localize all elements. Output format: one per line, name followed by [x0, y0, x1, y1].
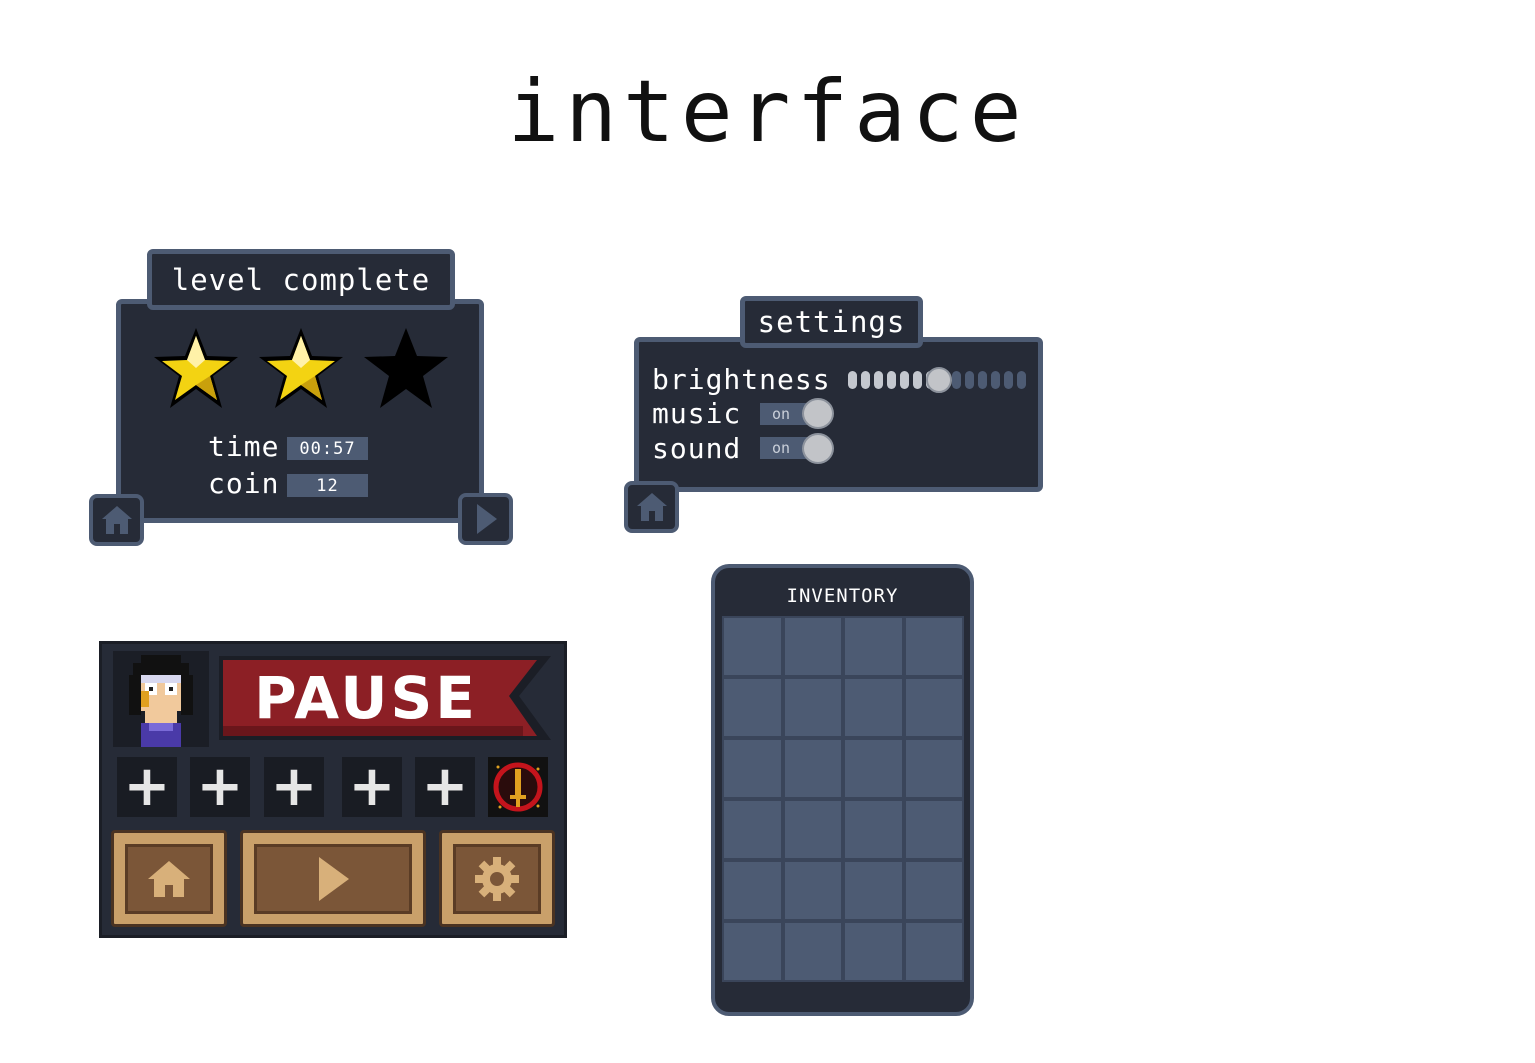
inventory-slot[interactable]: [903, 860, 964, 921]
level-next-button[interactable]: [458, 493, 513, 545]
add-icon: +: [196, 754, 244, 819]
inventory-slot[interactable]: [722, 677, 783, 738]
brightness-pip[interactable]: [991, 371, 1000, 389]
brightness-pip[interactable]: [952, 371, 961, 389]
character-avatar: [129, 655, 193, 747]
settings-title-tab: settings: [740, 296, 923, 348]
play-arrow-icon: [319, 856, 349, 901]
inventory-slot[interactable]: [782, 738, 843, 799]
star-3-icon: [364, 328, 448, 408]
brightness-pip[interactable]: [913, 371, 922, 389]
sound-label: sound: [652, 432, 742, 465]
gear-icon: [475, 856, 519, 901]
inventory-slot[interactable]: [903, 738, 964, 799]
inventory-slot[interactable]: [843, 677, 904, 738]
inventory-slot[interactable]: [843, 799, 904, 860]
brightness-pip[interactable]: [978, 371, 987, 389]
inventory-slot[interactable]: [843, 860, 904, 921]
coin-value: 12: [287, 474, 368, 497]
inventory-slot[interactable]: [782, 799, 843, 860]
sword-emblem-icon: [493, 762, 543, 812]
item-slot-1[interactable]: +: [117, 757, 177, 817]
brightness-pip[interactable]: [848, 371, 857, 389]
sound-toggle-knob[interactable]: [802, 433, 834, 464]
pause-settings-button[interactable]: [439, 830, 555, 927]
level-complete-title: level complete: [171, 262, 431, 297]
inventory-slot[interactable]: [903, 677, 964, 738]
home-icon: [636, 493, 667, 521]
music-state: on: [772, 405, 791, 423]
item-slot-5[interactable]: +: [415, 757, 475, 817]
inventory-slot[interactable]: [843, 921, 904, 982]
pause-home-button[interactable]: [111, 830, 227, 927]
brightness-pip[interactable]: [900, 371, 909, 389]
inventory-slot[interactable]: [722, 921, 783, 982]
brightness-pip[interactable]: [861, 371, 870, 389]
level-complete-title-tab: level complete: [147, 249, 455, 310]
inventory-slot[interactable]: [722, 860, 783, 921]
time-value: 00:57: [287, 437, 368, 460]
inventory-slot[interactable]: [722, 616, 783, 677]
brightness-slider-knob[interactable]: [926, 367, 952, 393]
inventory-slot[interactable]: [903, 921, 964, 982]
inventory-slot[interactable]: [782, 860, 843, 921]
inventory-slot[interactable]: [843, 616, 904, 677]
inventory-slot[interactable]: [903, 616, 964, 677]
settings-home-button[interactable]: [624, 481, 679, 533]
brightness-slider[interactable]: [846, 367, 1028, 393]
inventory-slot[interactable]: [903, 799, 964, 860]
add-icon: +: [348, 754, 396, 819]
item-slot-4[interactable]: +: [342, 757, 402, 817]
pause-title: PAUSE: [254, 664, 478, 732]
inventory-slot[interactable]: [843, 738, 904, 799]
star-1-icon: [154, 328, 238, 408]
play-arrow-icon: [476, 504, 497, 534]
brightness-pip[interactable]: [965, 371, 974, 389]
time-label: time: [208, 430, 280, 463]
coin-label: coin: [208, 467, 280, 500]
page-title: interface: [507, 62, 1028, 162]
inventory-slot[interactable]: [782, 921, 843, 982]
brightness-label: brightness: [652, 363, 831, 396]
settings-title: settings: [757, 305, 906, 339]
item-slot-2[interactable]: +: [190, 757, 250, 817]
pause-resume-button[interactable]: [240, 830, 426, 927]
level-home-button[interactable]: [89, 494, 144, 546]
brightness-pip[interactable]: [874, 371, 883, 389]
inventory-slot[interactable]: [722, 799, 783, 860]
brightness-pip[interactable]: [1017, 371, 1026, 389]
music-toggle-knob[interactable]: [802, 398, 834, 429]
inventory-slot[interactable]: [722, 738, 783, 799]
add-icon: +: [123, 754, 171, 819]
inventory-slot[interactable]: [782, 616, 843, 677]
sound-state: on: [772, 439, 791, 457]
item-slot-3[interactable]: +: [264, 757, 324, 817]
music-label: music: [652, 397, 742, 430]
brightness-pip[interactable]: [887, 371, 896, 389]
home-icon: [101, 506, 132, 534]
add-icon: +: [270, 754, 318, 819]
special-item-slot[interactable]: [488, 757, 548, 817]
inventory-grid: [722, 616, 964, 982]
star-2-icon: [259, 328, 343, 408]
home-icon: [148, 860, 190, 897]
inventory-title: INVENTORY: [786, 585, 899, 607]
brightness-pip[interactable]: [1004, 371, 1013, 389]
add-icon: +: [421, 754, 469, 819]
avatar-frame: [113, 651, 209, 747]
inventory-slot[interactable]: [782, 677, 843, 738]
